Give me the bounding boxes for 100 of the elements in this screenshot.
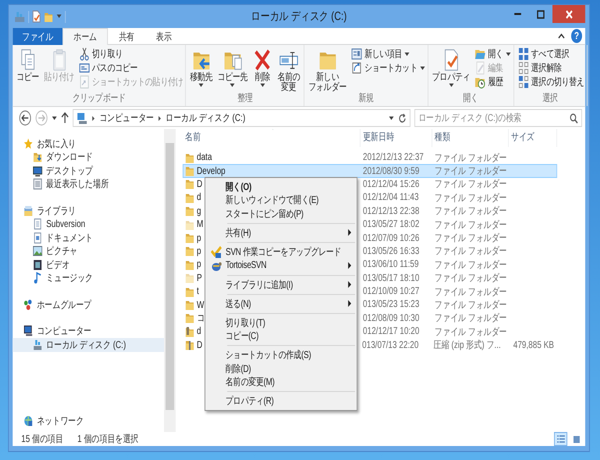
close-button[interactable] (552, 5, 586, 23)
menu-item[interactable]: ショートカットの作成(S) (206, 348, 356, 362)
nav-item[interactable]: デスクトップ (12, 164, 164, 178)
menu-item[interactable]: 切り取り(T) (206, 316, 356, 330)
ribbon-button[interactable]: 選択解除 (518, 61, 584, 75)
file-name: t (196, 286, 199, 298)
menu-item[interactable]: SVN 作業コピーをアップグレード (206, 245, 356, 259)
column-header[interactable]: 種類 (432, 129, 509, 147)
menu-item[interactable]: スタートにピン留め(P) (206, 207, 356, 221)
nav-item[interactable]: お気に入り (12, 137, 164, 150)
address-field[interactable]: コンピューター ローカル ディスク (C:) (72, 109, 410, 127)
ribbon-button[interactable]: 名前の 変更 (276, 47, 302, 93)
help-button[interactable]: ? (571, 29, 582, 43)
collapse-ribbon-icon[interactable] (558, 33, 565, 39)
table-cell-text: 圧縮 (zip 形式) フ... (432, 338, 502, 352)
table-cell-text: 2012/08/30 9:59 (362, 166, 420, 177)
landscape-icon (32, 245, 42, 258)
menu-item[interactable]: ライブラリに追加(I) (206, 278, 356, 292)
column-header[interactable]: サイズ (508, 129, 558, 147)
ribbon-button[interactable]: すべて選択 (518, 47, 584, 61)
nav-item[interactable]: ネットワーク (12, 414, 164, 428)
breadcrumb[interactable]: ローカル ディスク (C:) (166, 111, 246, 125)
submenu-arrow-icon (348, 262, 352, 270)
nav-item[interactable]: Subversion (12, 218, 164, 231)
table-cell-text: 012/07/09 10:26 (362, 232, 420, 244)
nav-item[interactable]: コンピューター (12, 324, 164, 338)
group-label: 整理 (236, 93, 254, 106)
menu-item[interactable]: 削除(D) (206, 362, 356, 376)
menu-item[interactable]: コピー(C) (206, 329, 356, 343)
folder-icon (185, 312, 194, 324)
nav-item[interactable]: ビデオ (12, 258, 164, 272)
ribbon-tab[interactable]: 共有 (108, 28, 146, 45)
computer-icon (76, 112, 88, 124)
large-icons-view-icon (572, 434, 580, 444)
table-cell-text: 013/06/10 11:59 (362, 259, 420, 270)
submenu-arrow-icon (348, 281, 352, 288)
menu-item[interactable]: 新しいウィンドウで開く(E) (206, 194, 356, 208)
column-header[interactable]: 更新日時 (360, 129, 432, 147)
table-cell-text: 012/12/13 22:38 (362, 206, 420, 217)
ribbon-button[interactable]: ショートカット (351, 61, 426, 75)
column-header[interactable]: 名前 (182, 129, 361, 147)
minimize-icon (514, 13, 521, 15)
nav-item[interactable]: ダウンロード (12, 150, 164, 164)
menu-item[interactable]: TortoiseSVN (206, 258, 356, 272)
back-icon[interactable] (18, 110, 32, 126)
table-cell-text: 012/10/09 10:27 (362, 286, 420, 298)
ribbon-button[interactable]: 開く (474, 47, 511, 61)
nav-item[interactable]: ホームグループ (12, 298, 164, 312)
ribbon-button[interactable]: 切り取り (78, 47, 183, 61)
ribbon-button[interactable]: プロパティ (430, 47, 472, 88)
scrollbar[interactable] (164, 129, 176, 432)
ribbon-button[interactable]: 履歴 (474, 75, 511, 89)
nav-item[interactable]: 最近表示した場所 (12, 178, 164, 191)
table-cell-text: 012/12/17 10:20 (362, 326, 420, 338)
nav-item[interactable]: ローカル ディスク (C:) (12, 338, 164, 352)
ribbon-button[interactable]: コピー (15, 47, 41, 83)
nav-item[interactable]: ドキュメント (12, 231, 164, 244)
ribbon-button[interactable]: コピー先 (216, 47, 250, 88)
caret-icon (260, 83, 266, 88)
menu-item[interactable]: 共有(H) (206, 226, 356, 240)
ribbon-button[interactable]: パスのコピー (78, 61, 183, 75)
file-name: p (196, 259, 202, 270)
breadcrumb[interactable]: コンピューター (99, 111, 154, 125)
ribbon-tab[interactable]: 表示 (145, 28, 183, 45)
nav-item[interactable]: ピクチャ (12, 244, 164, 258)
search-field[interactable]: ローカル ディスク (C:)の検索 (414, 109, 582, 127)
menu-item[interactable]: プロパティ(R) (206, 394, 356, 408)
document-check-icon[interactable] (32, 10, 41, 23)
up-icon[interactable] (61, 112, 69, 124)
nav-item[interactable]: ライブラリ (12, 204, 164, 218)
caret-icon (448, 83, 454, 88)
ribbon-button[interactable]: 新しい フォルダー (307, 47, 348, 93)
menu-item[interactable]: 名前の変更(M) (206, 375, 356, 390)
menu-item[interactable]: 開く(O) (206, 180, 356, 194)
file-name: p (196, 246, 202, 257)
folder-icon (185, 218, 194, 231)
file-name: d (196, 326, 202, 338)
refresh-icon[interactable] (398, 112, 407, 124)
folder-icon (185, 152, 194, 164)
group-label: クリップボード (72, 93, 126, 106)
group-label: 新規 (358, 93, 375, 106)
ribbon-button[interactable]: 削除 (250, 47, 274, 88)
ribbon-button[interactable]: 移動先 (188, 47, 214, 88)
view-button[interactable] (554, 432, 568, 446)
nav-item[interactable]: ミュージック (12, 272, 164, 285)
folder-icon (185, 232, 194, 244)
ribbon-tab[interactable]: ホーム (62, 28, 108, 45)
table-cell-text: ファイル フォルダー (434, 312, 508, 326)
document-icon (32, 232, 42, 244)
file-name: p (196, 232, 202, 244)
table-cell-text: ファイル フォルダー (434, 205, 508, 218)
table-cell-text: ファイル フォルダー (434, 299, 508, 312)
caret-icon (505, 52, 511, 56)
star-icon (24, 138, 33, 150)
ribbon-button[interactable]: 新しい項目 (351, 47, 426, 61)
caret-icon (230, 83, 236, 88)
menu-item[interactable]: 送る(N) (206, 296, 356, 310)
file-row[interactable]: Develop 2012/08/30 9:59 ファイル フォルダー (182, 164, 558, 178)
file-menu-tab[interactable]: ファイル (12, 28, 63, 45)
ribbon-button[interactable]: 選択の切り替え (518, 75, 584, 89)
